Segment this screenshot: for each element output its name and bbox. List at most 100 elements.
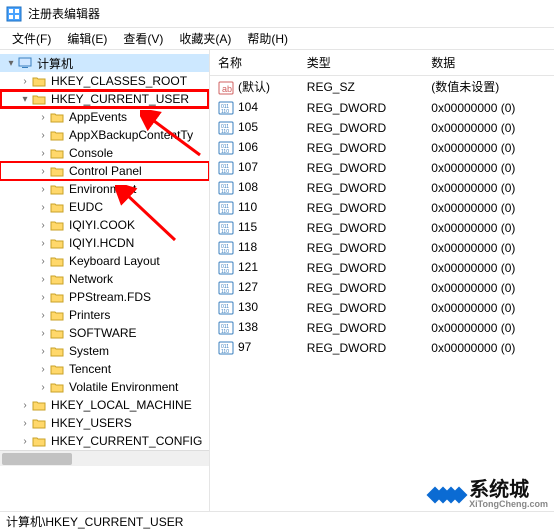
regedit-icon <box>6 6 22 22</box>
tree-hive-hkcu[interactable]: ▾ HKEY_CURRENT_USER <box>0 90 209 108</box>
tree-node-printers[interactable]: ›Printers <box>0 306 209 324</box>
table-row[interactable]: 011110121REG_DWORD0x00000000 (0) <box>210 258 554 278</box>
menu-file[interactable]: 文件(F) <box>4 28 59 49</box>
menubar: 文件(F) 编辑(E) 查看(V) 收藏夹(A) 帮助(H) <box>0 28 554 50</box>
tree-node-environment[interactable]: ›Environment <box>0 180 209 198</box>
tree-label: HKEY_CLASSES_ROOT <box>51 74 187 88</box>
tree-label: HKEY_USERS <box>51 416 132 430</box>
expander-icon[interactable]: › <box>36 382 50 393</box>
table-row[interactable]: 011110115REG_DWORD0x00000000 (0) <box>210 218 554 238</box>
table-row[interactable]: 011110118REG_DWORD0x00000000 (0) <box>210 238 554 258</box>
table-row[interactable]: 011110104REG_DWORD0x00000000 (0) <box>210 98 554 118</box>
tree-root[interactable]: ▾ 计算机 <box>0 54 209 72</box>
expander-icon[interactable]: › <box>36 292 50 303</box>
value-data: 0x00000000 (0) <box>423 278 554 298</box>
menu-view[interactable]: 查看(V) <box>115 28 171 49</box>
tree-node-control-panel[interactable]: ›Control Panel <box>0 162 209 180</box>
svg-text:110: 110 <box>221 109 229 115</box>
tree-node-software[interactable]: › SOFTWARE <box>0 324 209 342</box>
tree-label: HKEY_CURRENT_USER <box>51 92 189 106</box>
expander-icon[interactable]: › <box>36 238 50 249</box>
col-data[interactable]: 数据 <box>423 50 554 76</box>
value-icon: 011110 <box>218 340 234 356</box>
registry-values[interactable]: 名称 类型 数据 ab(默认)REG_SZ(数值未设置)011110104REG… <box>210 50 554 511</box>
folder-icon <box>32 92 48 106</box>
expander-icon[interactable]: › <box>36 184 50 195</box>
expander-icon[interactable]: › <box>36 148 50 159</box>
tree-hive-hkcc[interactable]: › HKEY_CURRENT_CONFIG <box>0 432 209 450</box>
svg-text:110: 110 <box>221 189 229 195</box>
tree-hscrollbar[interactable] <box>0 450 209 466</box>
tree-hive-hklm[interactable]: › HKEY_LOCAL_MACHINE <box>0 396 209 414</box>
expander-icon[interactable]: › <box>36 364 50 375</box>
tree-label: IQIYI.HCDN <box>69 236 134 250</box>
svg-text:110: 110 <box>221 249 229 255</box>
registry-tree[interactable]: ▾ 计算机 › HKEY_CLASSES_ROOT ▾ HKEY_CURRENT… <box>0 50 210 511</box>
expander-icon[interactable]: › <box>18 436 32 447</box>
expander-icon[interactable]: › <box>36 328 50 339</box>
expander-icon[interactable]: › <box>18 76 32 87</box>
svg-text:110: 110 <box>221 129 229 135</box>
table-row[interactable]: 011110130REG_DWORD0x00000000 (0) <box>210 298 554 318</box>
tree-node-console[interactable]: ›Console <box>0 144 209 162</box>
expander-icon[interactable]: › <box>36 112 50 123</box>
folder-icon <box>50 182 66 196</box>
table-row[interactable]: 011110108REG_DWORD0x00000000 (0) <box>210 178 554 198</box>
value-name: 104 <box>238 100 258 114</box>
value-icon: 011110 <box>218 240 234 256</box>
col-type[interactable]: 类型 <box>299 50 424 76</box>
tree-label: HKEY_LOCAL_MACHINE <box>51 398 192 412</box>
tree-hive-hkcr[interactable]: › HKEY_CLASSES_ROOT <box>0 72 209 90</box>
expander-icon[interactable]: › <box>36 274 50 285</box>
value-name: 121 <box>238 260 258 274</box>
value-data: 0x00000000 (0) <box>423 98 554 118</box>
expander-icon[interactable]: ▾ <box>18 94 32 105</box>
tree-node-appevents[interactable]: ›AppEvents <box>0 108 209 126</box>
tree-node-ppstream-fds[interactable]: ›PPStream.FDS <box>0 288 209 306</box>
tree-node-eudc[interactable]: ›EUDC <box>0 198 209 216</box>
expander-icon[interactable]: › <box>36 166 50 177</box>
value-icon: 011110 <box>218 200 234 216</box>
table-row[interactable]: 011110107REG_DWORD0x00000000 (0) <box>210 158 554 178</box>
table-row[interactable]: 011110105REG_DWORD0x00000000 (0) <box>210 118 554 138</box>
menu-favorites[interactable]: 收藏夹(A) <box>171 28 239 49</box>
expander-icon[interactable]: ▾ <box>4 58 18 69</box>
table-row[interactable]: 011110127REG_DWORD0x00000000 (0) <box>210 278 554 298</box>
table-row[interactable]: 011110138REG_DWORD0x00000000 (0) <box>210 318 554 338</box>
expander-icon[interactable]: › <box>36 346 50 357</box>
table-row[interactable]: ab(默认)REG_SZ(数值未设置) <box>210 76 554 98</box>
tree-label: SOFTWARE <box>69 326 137 340</box>
tree-node-iqiyi-hcdn[interactable]: › IQIYI.HCDN <box>0 234 209 252</box>
menu-edit[interactable]: 编辑(E) <box>59 28 115 49</box>
col-name[interactable]: 名称 <box>210 50 299 76</box>
tree-label: HKEY_CURRENT_CONFIG <box>51 434 202 448</box>
value-name: 106 <box>238 140 258 154</box>
table-row[interactable]: 011110106REG_DWORD0x00000000 (0) <box>210 138 554 158</box>
expander-icon[interactable]: › <box>36 220 50 231</box>
expander-icon[interactable]: › <box>36 256 50 267</box>
table-row[interactable]: 011110110REG_DWORD0x00000000 (0) <box>210 198 554 218</box>
value-name: 107 <box>238 160 258 174</box>
expander-icon[interactable]: › <box>36 130 50 141</box>
expander-icon[interactable]: › <box>36 310 50 321</box>
value-name: 127 <box>238 280 258 294</box>
expander-icon[interactable]: › <box>18 400 32 411</box>
svg-text:110: 110 <box>221 229 229 235</box>
tree-label: Tencent <box>69 362 111 376</box>
tree-node-volatile-environment[interactable]: ›Volatile Environment <box>0 378 209 396</box>
folder-icon <box>50 146 66 160</box>
tree-node-keyboard-layout[interactable]: ›Keyboard Layout <box>0 252 209 270</box>
folder-icon <box>32 416 48 430</box>
tree-node-system[interactable]: › System <box>0 342 209 360</box>
expander-icon[interactable]: › <box>18 418 32 429</box>
tree-node-appxbackupcontentty[interactable]: ›AppXBackupContentTy <box>0 126 209 144</box>
menu-help[interactable]: 帮助(H) <box>239 28 296 49</box>
tree-node-network[interactable]: › Network <box>0 270 209 288</box>
tree-node-iqiyi-cook[interactable]: ›IQIYI.COOK <box>0 216 209 234</box>
tree-node-tencent[interactable]: › Tencent <box>0 360 209 378</box>
tree-label: System <box>69 344 109 358</box>
table-row[interactable]: 01111097REG_DWORD0x00000000 (0) <box>210 338 554 358</box>
expander-icon[interactable]: › <box>36 202 50 213</box>
tree-label: Network <box>69 272 113 286</box>
tree-hive-hku[interactable]: › HKEY_USERS <box>0 414 209 432</box>
